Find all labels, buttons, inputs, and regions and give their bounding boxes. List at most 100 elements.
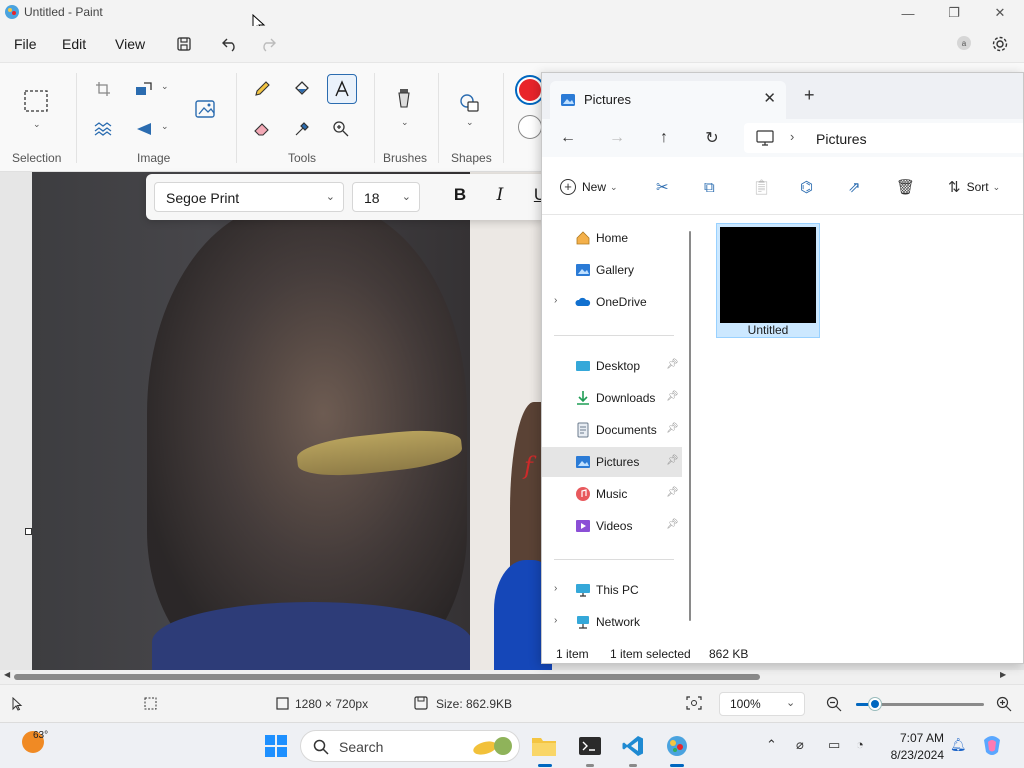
canvas-image[interactable]: f [32,172,552,670]
breadcrumb-current[interactable]: Pictures [816,131,867,147]
back-arrow-icon[interactable]: ← [556,126,580,150]
refresh-icon[interactable]: ↻ [700,126,724,150]
menu-file[interactable]: File [14,36,37,52]
nav-item-documents[interactable]: Documents 📌︎ [542,415,682,445]
pin-icon[interactable]: 📌︎ [666,391,679,402]
chevron-down-icon[interactable]: ⌄ [33,119,41,130]
zoom-out-icon[interactable] [826,696,842,712]
file-item-untitled[interactable]: Untitled [716,223,820,338]
pin-icon[interactable]: 📌︎ [666,359,679,370]
fit-to-window-icon[interactable] [686,696,702,710]
chevron-down-icon[interactable]: ⌄ [161,81,169,92]
canvas-resize-handle[interactable] [25,528,32,535]
vscode-taskbar-icon[interactable] [619,732,647,760]
volume-icon[interactable]: ◔ [856,737,864,752]
zoom-slider-knob[interactable] [869,698,882,710]
pin-icon[interactable]: 📌︎ [666,487,679,498]
up-arrow-icon[interactable]: ↑ [652,126,676,150]
horizontal-scrollbar[interactable]: ◀ ▶ [0,670,1024,684]
start-button[interactable] [262,732,290,760]
file-explorer-taskbar-icon[interactable] [530,732,558,760]
crop-icon[interactable] [89,75,117,103]
share-icon[interactable]: ⇗ [848,175,861,199]
chevron-right-icon[interactable]: › [554,583,557,594]
brush-icon[interactable] [390,85,418,113]
eraser-icon[interactable] [248,115,276,143]
paste-icon[interactable]: 📋︎ [752,175,771,199]
nav-item-pictures[interactable]: Pictures 📌︎ [542,447,682,477]
nav-item-network[interactable]: › Network [542,607,682,637]
network-status-icon[interactable]: ⌀ [796,737,804,753]
font-size-dropdown[interactable]: 18 ⌄ [352,182,420,212]
chevron-down-icon[interactable]: ⌄ [401,117,409,128]
select-all-icon[interactable] [89,115,117,143]
zoom-in-icon[interactable] [996,696,1012,712]
new-tab-icon[interactable]: + [804,85,815,106]
menu-view[interactable]: View [115,36,145,52]
delete-icon[interactable]: 🗑︎ [896,175,915,199]
save-icon[interactable] [172,32,196,56]
zoom-dropdown[interactable]: 100% ⌄ [719,692,805,716]
paint-taskbar-icon[interactable] [663,732,691,760]
nav-item-this-pc[interactable]: › This PC [542,575,682,605]
notification-bell-icon[interactable]: 🔔︎ [950,737,967,753]
selection-rect-icon[interactable] [22,87,50,115]
nav-item-downloads[interactable]: Downloads 📌︎ [542,383,682,413]
chevron-down-icon[interactable]: ⌄ [466,117,474,128]
magnifier-icon[interactable] [327,115,355,143]
chevron-down-icon[interactable]: ⌄ [161,121,169,132]
address-bar[interactable]: › Pictures [744,123,1023,153]
taskbar-search[interactable]: Search [300,730,520,762]
cut-icon[interactable]: ✂ [656,175,669,199]
settings-gear-icon[interactable] [988,32,1012,56]
shapes-icon[interactable] [456,89,484,117]
clock-date[interactable]: 8/23/2024 [884,748,944,762]
italic-button[interactable]: I [488,185,512,205]
copy-icon[interactable]: ⧉ [704,175,715,199]
nav-item-desktop[interactable]: Desktop 📌︎ [542,351,682,381]
clock-time[interactable]: 7:07 AM [892,731,944,745]
nav-pane-scrollbar[interactable] [689,231,691,621]
pin-icon[interactable]: 📌︎ [666,519,679,530]
rename-icon[interactable]: ⌬ [800,175,813,199]
image-properties-icon[interactable] [192,95,220,123]
explorer-content-area[interactable]: Untitled [694,215,1023,639]
terminal-taskbar-icon[interactable] [576,732,604,760]
nav-item-videos[interactable]: Videos 📌︎ [542,511,682,541]
nav-item-home[interactable]: Home [542,223,682,253]
redo-icon[interactable] [256,32,280,56]
bold-button[interactable]: B [448,185,472,205]
nav-item-onedrive[interactable]: › OneDrive [542,287,682,317]
font-family-dropdown[interactable]: Segoe Print ⌄ [154,182,344,212]
minimize-button[interactable]: — [885,0,931,26]
chevron-right-icon[interactable]: › [554,295,557,306]
pin-icon[interactable]: 📌︎ [666,455,679,466]
secondary-color-swatch[interactable] [518,115,542,139]
forward-arrow-icon[interactable]: → [605,126,629,150]
close-window-button[interactable]: ✕ [977,0,1023,26]
fill-bucket-icon[interactable] [288,75,316,103]
sort-button[interactable]: ⇅ Sort ⌄ [948,175,1000,199]
explorer-tab-pictures[interactable]: Pictures ✕ [550,81,786,119]
pin-icon[interactable]: 📌︎ [666,423,679,434]
display-icon[interactable]: ▭ [828,737,840,753]
scrollbar-thumb[interactable] [14,674,760,680]
chevron-up-icon[interactable]: ⌃ [766,737,777,753]
nav-item-gallery[interactable]: Gallery [542,255,682,285]
chevron-right-icon[interactable]: › [554,615,557,626]
resize-icon[interactable] [130,75,158,103]
undo-icon[interactable] [218,32,242,56]
copilot-icon[interactable] [978,732,1006,760]
menu-edit[interactable]: Edit [62,36,86,52]
maximize-button[interactable]: ❐ [931,0,977,26]
text-tool-icon[interactable] [327,74,357,104]
scroll-left-icon[interactable]: ◀ [4,670,10,679]
color-picker-icon[interactable] [288,115,316,143]
new-button[interactable]: + New ⌄ [560,175,618,199]
close-tab-icon[interactable]: ✕ [763,89,776,107]
nav-item-music[interactable]: Music 📌︎ [542,479,682,509]
scroll-right-icon[interactable]: ▶ [1000,670,1006,679]
account-avatar[interactable]: a [957,36,971,50]
rotate-icon[interactable] [130,115,158,143]
pencil-icon[interactable] [248,75,276,103]
